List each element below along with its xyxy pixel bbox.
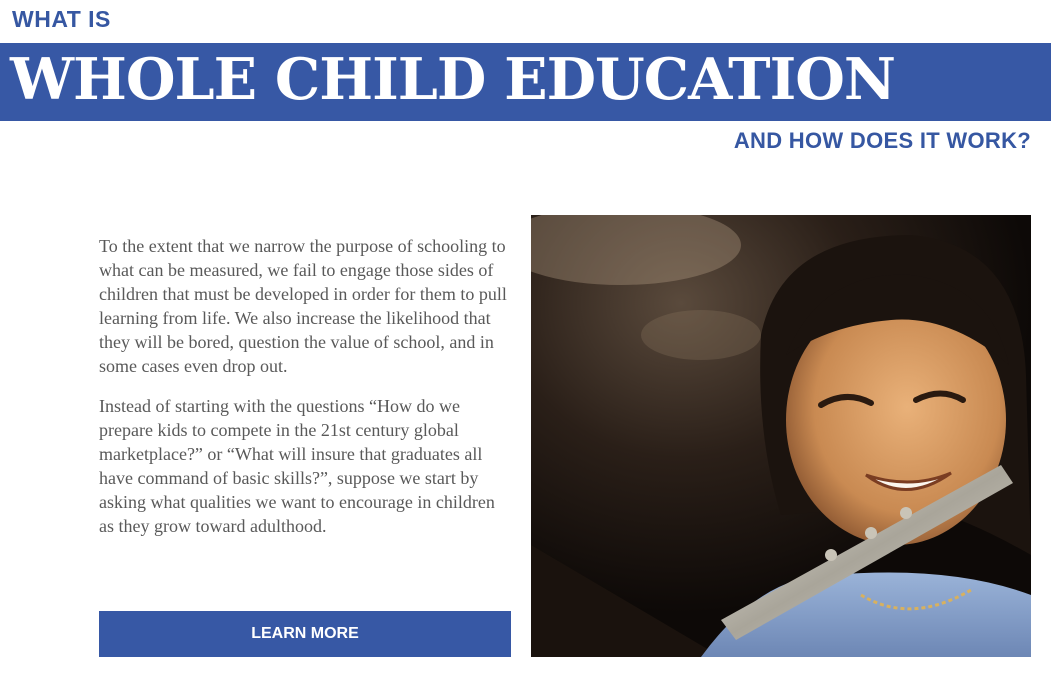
body-paragraph-2: Instead of starting with the questions “…	[99, 396, 495, 536]
flute-girl-photo	[531, 215, 1031, 657]
kicker-heading: WHAT IS	[12, 6, 111, 32]
learn-more-button[interactable]: LEARN MORE	[99, 611, 511, 657]
body-copy: To the extent that we narrow the purpose…	[99, 234, 509, 554]
title-banner: WHOLE CHILD EDUCATION	[0, 43, 1051, 121]
body-paragraph-1: To the extent that we narrow the purpose…	[99, 236, 507, 376]
photo-illustration	[531, 215, 1031, 657]
subtitle-heading: AND HOW DOES IT WORK?	[733, 128, 1031, 153]
page-title: WHOLE CHILD EDUCATION	[10, 46, 896, 113]
